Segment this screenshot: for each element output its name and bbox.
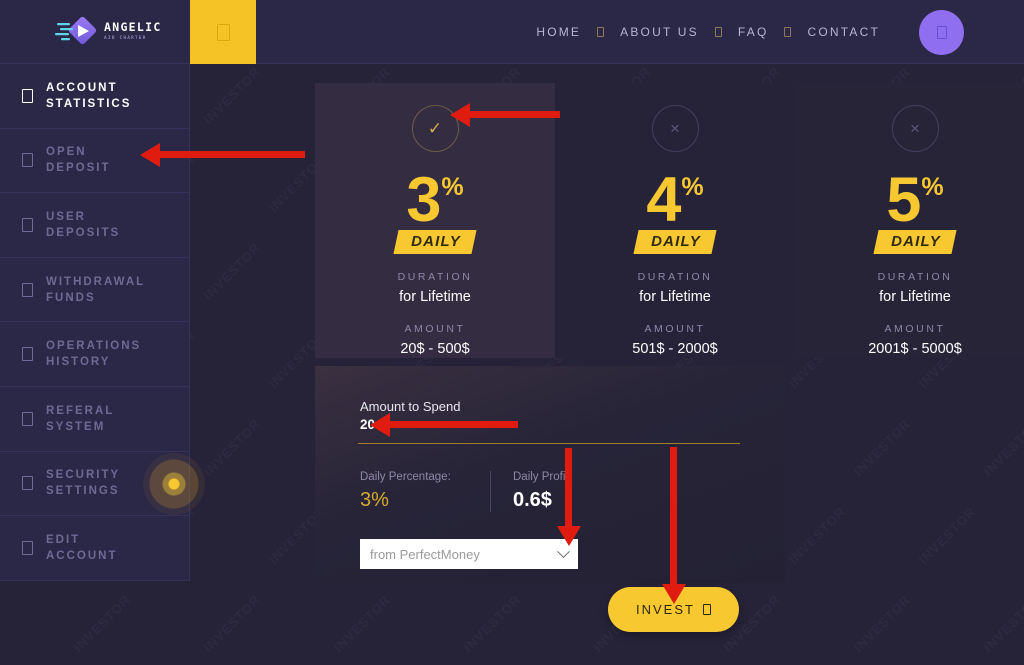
sidebar-item-box-icon bbox=[22, 217, 33, 232]
sidebar-item-label: USER DEPOSITS bbox=[46, 210, 121, 239]
sidebar-item-account-statistics[interactable]: ACCOUNT STATISTICS bbox=[0, 64, 189, 129]
plan-stats: Daily Percentage: 3% Daily Profit: 0.6$ bbox=[360, 471, 572, 512]
main-navigation: HOME ABOUT US FAQ CONTACT bbox=[522, 0, 894, 64]
daily-profit-value: 0.6$ bbox=[513, 489, 552, 511]
plan-card-list: ✓ 3% DAILY DURATION for Lifetime AMOUNT 20$ - … bbox=[315, 83, 1024, 358]
avatar[interactable] bbox=[919, 10, 964, 55]
sidebar-item-user-deposits[interactable]: USER DEPOSITS bbox=[0, 193, 189, 258]
menu-button[interactable] bbox=[190, 0, 256, 64]
sidebar-item-box-icon bbox=[22, 476, 33, 491]
sidebar-item-label: REFERAL SYSTEM bbox=[46, 404, 115, 433]
plan-daily-badge: DAILY bbox=[873, 230, 957, 255]
sidebar-item-box-icon bbox=[22, 282, 33, 297]
plan-duration-label: DURATION bbox=[397, 271, 473, 284]
watermark-text: INVESTOR bbox=[0, 592, 4, 655]
chevron-down-icon bbox=[557, 544, 570, 558]
plan-duration-value: for Lifetime bbox=[879, 289, 951, 306]
plan-duration-value: for Lifetime bbox=[399, 289, 471, 306]
logo[interactable]: ANGELIC AIR CHARTER bbox=[55, 14, 162, 48]
daily-percentage-stat: Daily Percentage: 3% bbox=[360, 471, 490, 512]
sidebar-item-label: ACCOUNT STATISTICS bbox=[46, 81, 132, 110]
nav-separator-icon bbox=[782, 27, 793, 37]
sidebar-item-box-icon bbox=[22, 411, 33, 426]
sidebar-item-box-icon bbox=[22, 540, 33, 555]
plan-duration-label: DURATION bbox=[877, 271, 953, 284]
nav-item-faq[interactable]: FAQ bbox=[724, 25, 783, 39]
plan-amount-value: 501$ - 2000$ bbox=[632, 341, 718, 358]
sidebar-item-open-deposit[interactable]: OPEN DEPOSIT bbox=[0, 129, 189, 194]
logo-plane-icon bbox=[55, 14, 97, 48]
amount-input[interactable] bbox=[360, 417, 660, 432]
plan-amount-label: AMOUNT bbox=[404, 323, 466, 336]
invest-form-panel: Amount to Spend Daily Percentage: 3% Dai… bbox=[315, 366, 785, 583]
sidebar-item-security-settings[interactable]: SECURITY SETTINGS bbox=[0, 452, 189, 517]
sidebar-item-operations-history[interactable]: OPERATIONS HISTORY bbox=[0, 322, 189, 387]
amount-underline bbox=[358, 443, 740, 444]
plan-duration-value: for Lifetime bbox=[639, 289, 711, 306]
nav-item-about-us[interactable]: ABOUT US bbox=[606, 25, 713, 39]
invest-box-icon bbox=[702, 604, 711, 615]
sidebar-item-withdrawal-funds[interactable]: WITHDRAWAL FUNDS bbox=[0, 258, 189, 323]
check-icon[interactable]: ✓ bbox=[411, 105, 459, 152]
user-box-icon bbox=[936, 26, 947, 39]
nav-item-home[interactable]: HOME bbox=[522, 25, 595, 39]
plan-card-5-percent[interactable]: × 5% DAILY DURATION for Lifetime AMOUNT 2001$ … bbox=[795, 83, 1024, 358]
daily-percentage-value: 3% bbox=[360, 489, 389, 511]
plan-card-4-percent[interactable]: × 4% DAILY DURATION for Lifetime AMOUNT 501$ -… bbox=[555, 83, 795, 358]
plan-amount-label: AMOUNT bbox=[884, 323, 946, 336]
main-content: ✓ 3% DAILY DURATION for Lifetime AMOUNT 20$ - … bbox=[190, 64, 1024, 665]
close-icon[interactable]: × bbox=[891, 105, 939, 152]
sidebar-item-label: OPERATIONS HISTORY bbox=[46, 340, 142, 369]
sidebar-item-label: EDIT ACCOUNT bbox=[46, 533, 118, 562]
plan-daily-badge: DAILY bbox=[393, 230, 477, 255]
nav-separator-icon bbox=[713, 27, 724, 37]
invest-button-label: INVEST bbox=[636, 602, 695, 617]
plan-daily-badge: DAILY bbox=[633, 230, 717, 255]
close-icon[interactable]: × bbox=[651, 105, 699, 152]
plan-rate: 4% bbox=[646, 165, 704, 235]
nav-separator-icon bbox=[595, 27, 606, 37]
payment-method-select[interactable]: from PerfectMoney bbox=[360, 539, 578, 569]
sidebar-item-box-icon bbox=[22, 153, 33, 168]
sidebar: ACCOUNT STATISTICS OPEN DEPOSIT USER DEPOSITS… bbox=[0, 64, 190, 581]
plan-rate: 3% bbox=[406, 165, 464, 235]
daily-profit-stat: Daily Profit: 0.6$ bbox=[490, 471, 572, 512]
top-header: ANGELIC AIR CHARTER HOME ABOUT US FAQ CO… bbox=[0, 0, 1024, 64]
sidebar-item-edit-account[interactable]: EDIT ACCOUNT bbox=[0, 516, 189, 581]
logo-subtitle: AIR CHARTER bbox=[104, 35, 147, 41]
plan-amount-label: AMOUNT bbox=[644, 323, 706, 336]
sidebar-item-box-icon bbox=[22, 347, 33, 362]
plan-amount-value: 20$ - 500$ bbox=[400, 341, 470, 358]
plan-rate: 5% bbox=[886, 165, 944, 235]
payment-method-value: from PerfectMoney bbox=[370, 546, 480, 562]
sidebar-item-label: OPEN DEPOSIT bbox=[46, 146, 111, 175]
amount-label: Amount to Spend bbox=[360, 399, 461, 414]
sidebar-item-referal-system[interactable]: REFERAL SYSTEM bbox=[0, 387, 189, 452]
logo-title: ANGELIC bbox=[104, 20, 162, 35]
sidebar-item-label: SECURITY SETTINGS bbox=[46, 469, 121, 498]
nav-item-contact[interactable]: CONTACT bbox=[793, 25, 894, 39]
daily-profit-label: Daily Profit: bbox=[513, 471, 572, 483]
invest-button[interactable]: INVEST bbox=[608, 587, 739, 632]
plan-duration-label: DURATION bbox=[637, 271, 713, 284]
sidebar-item-box-icon bbox=[22, 88, 33, 103]
plan-amount-value: 2001$ - 5000$ bbox=[868, 341, 962, 358]
daily-percentage-label: Daily Percentage: bbox=[360, 471, 451, 483]
watermark-text: INVESTOR bbox=[71, 592, 134, 655]
sidebar-item-label: WITHDRAWAL FUNDS bbox=[46, 275, 146, 304]
plan-card-3-percent[interactable]: ✓ 3% DAILY DURATION for Lifetime AMOUNT 20$ - … bbox=[315, 83, 555, 358]
menu-box-icon bbox=[216, 23, 230, 41]
